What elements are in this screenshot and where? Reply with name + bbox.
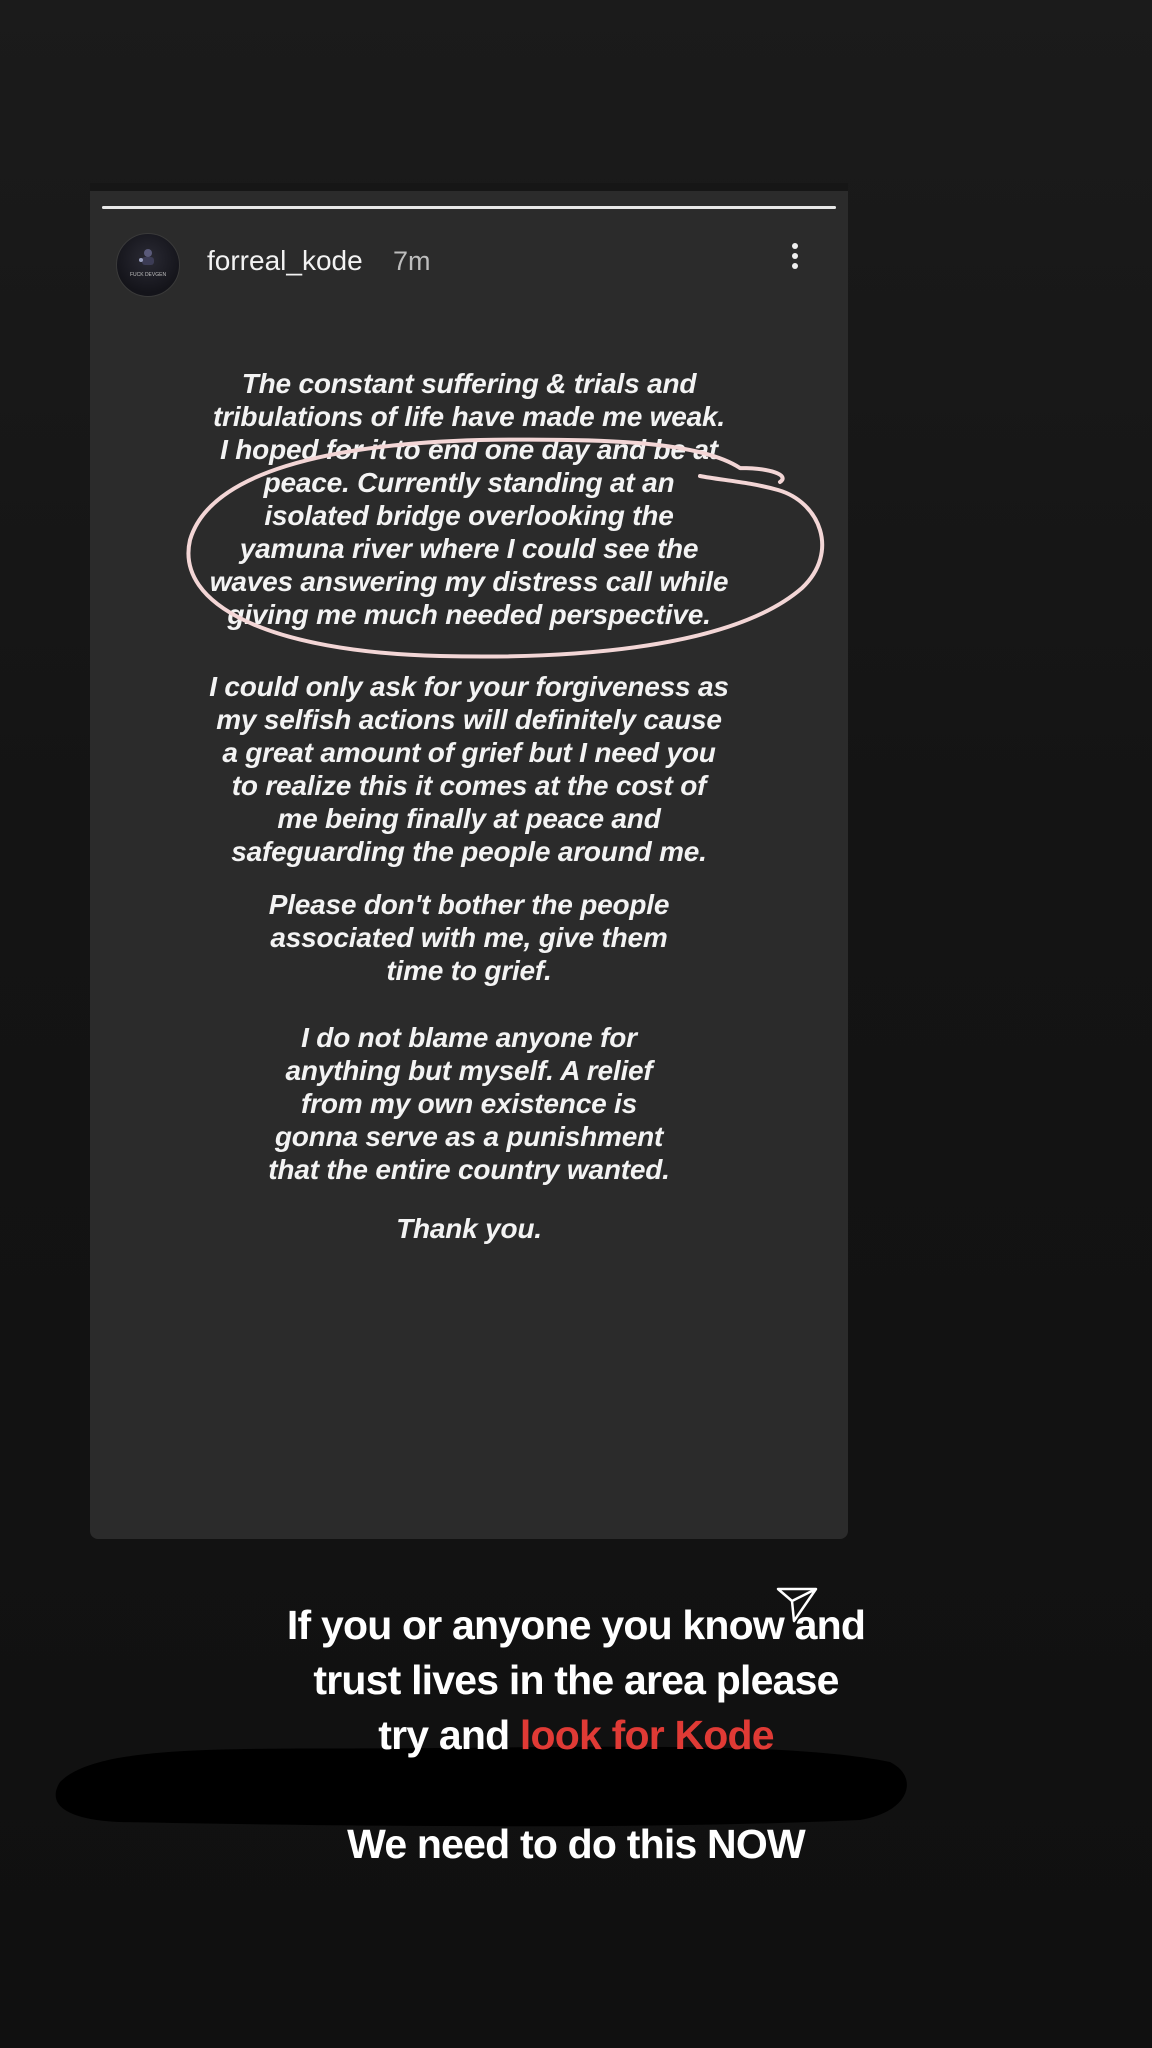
story-line: time to grief.	[386, 955, 552, 986]
story-line: from my own existence is	[301, 1088, 637, 1119]
story-line: yamuna river where I could see the	[239, 533, 699, 564]
more-vertical-icon-dot	[792, 253, 798, 259]
avatar[interactable]: FUCK DEVGEN	[116, 233, 180, 297]
story-line: tribulations of life have made me weak.	[213, 401, 725, 432]
story-line: The constant suffering & trials and	[241, 368, 697, 399]
story-progress-bar	[102, 206, 836, 209]
overlay-callout-text: If you or anyone you know and trust live…	[0, 1598, 1152, 1763]
story-top-edge	[90, 183, 848, 191]
story-line: safeguarding the people around me.	[231, 836, 707, 867]
story-paragraph-1: The constant suffering & trials and trib…	[90, 367, 848, 631]
story-line: Thank you.	[396, 1213, 542, 1244]
story-paragraph-3: Please don't bother the people associate…	[90, 888, 848, 987]
story-paragraph-5: Thank you.	[90, 1212, 848, 1245]
overlay-urgent-text: We need to do this NOW	[347, 1821, 805, 1867]
story-line: me being finally at peace and	[277, 803, 661, 834]
callout-line: try and look for Kode	[0, 1708, 1152, 1763]
callout-highlight: look for Kode	[519, 1712, 775, 1758]
callout-line: trust lives in the area please	[313, 1657, 839, 1703]
story-line: Please don't bother the people	[268, 889, 670, 920]
more-vertical-icon-dot	[792, 243, 798, 249]
story-paragraph-4: I do not blame anyone for anything but m…	[90, 1021, 848, 1186]
story-line: associated with me, give them	[270, 922, 668, 953]
story-line: I could only ask for your forgiveness as	[209, 671, 729, 702]
avatar-label: FUCK DEVGEN	[129, 272, 167, 278]
story-line: a great amount of grief but I need you	[222, 737, 716, 768]
story-card[interactable]: FUCK DEVGEN forreal_kode 7m The constant…	[90, 183, 848, 1539]
story-line: to realize this it comes at the cost of	[231, 770, 707, 801]
story-line: waves answering my distress call while	[209, 566, 729, 597]
story-line: that the entire country wanted.	[268, 1154, 670, 1185]
story-line: isolated bridge overlooking the	[264, 500, 674, 531]
story-progress-fill	[102, 206, 836, 209]
story-line: I hoped for it to end one day and be at	[220, 434, 718, 465]
callout-line-prefix: try and	[378, 1712, 520, 1758]
more-options-button[interactable]	[780, 239, 810, 289]
story-line: peace. Currently standing at an	[263, 467, 675, 498]
story-line: gonna serve as a punishment	[274, 1121, 664, 1152]
story-paragraph-2: I could only ask for your forgiveness as…	[90, 670, 848, 868]
story-timestamp: 7m	[393, 246, 431, 276]
story-line: anything but myself. A relief	[285, 1055, 653, 1086]
callout-line: If you or anyone you know and	[286, 1602, 866, 1648]
avatar-figure-icon	[139, 249, 154, 265]
more-vertical-icon-dot	[792, 263, 798, 269]
story-line: I do not blame anyone for	[301, 1022, 637, 1053]
story-line: my selfish actions will definitely cause	[216, 704, 722, 735]
story-username[interactable]: forreal_kode	[207, 245, 363, 277]
story-line: giving me much needed perspective.	[227, 599, 711, 630]
